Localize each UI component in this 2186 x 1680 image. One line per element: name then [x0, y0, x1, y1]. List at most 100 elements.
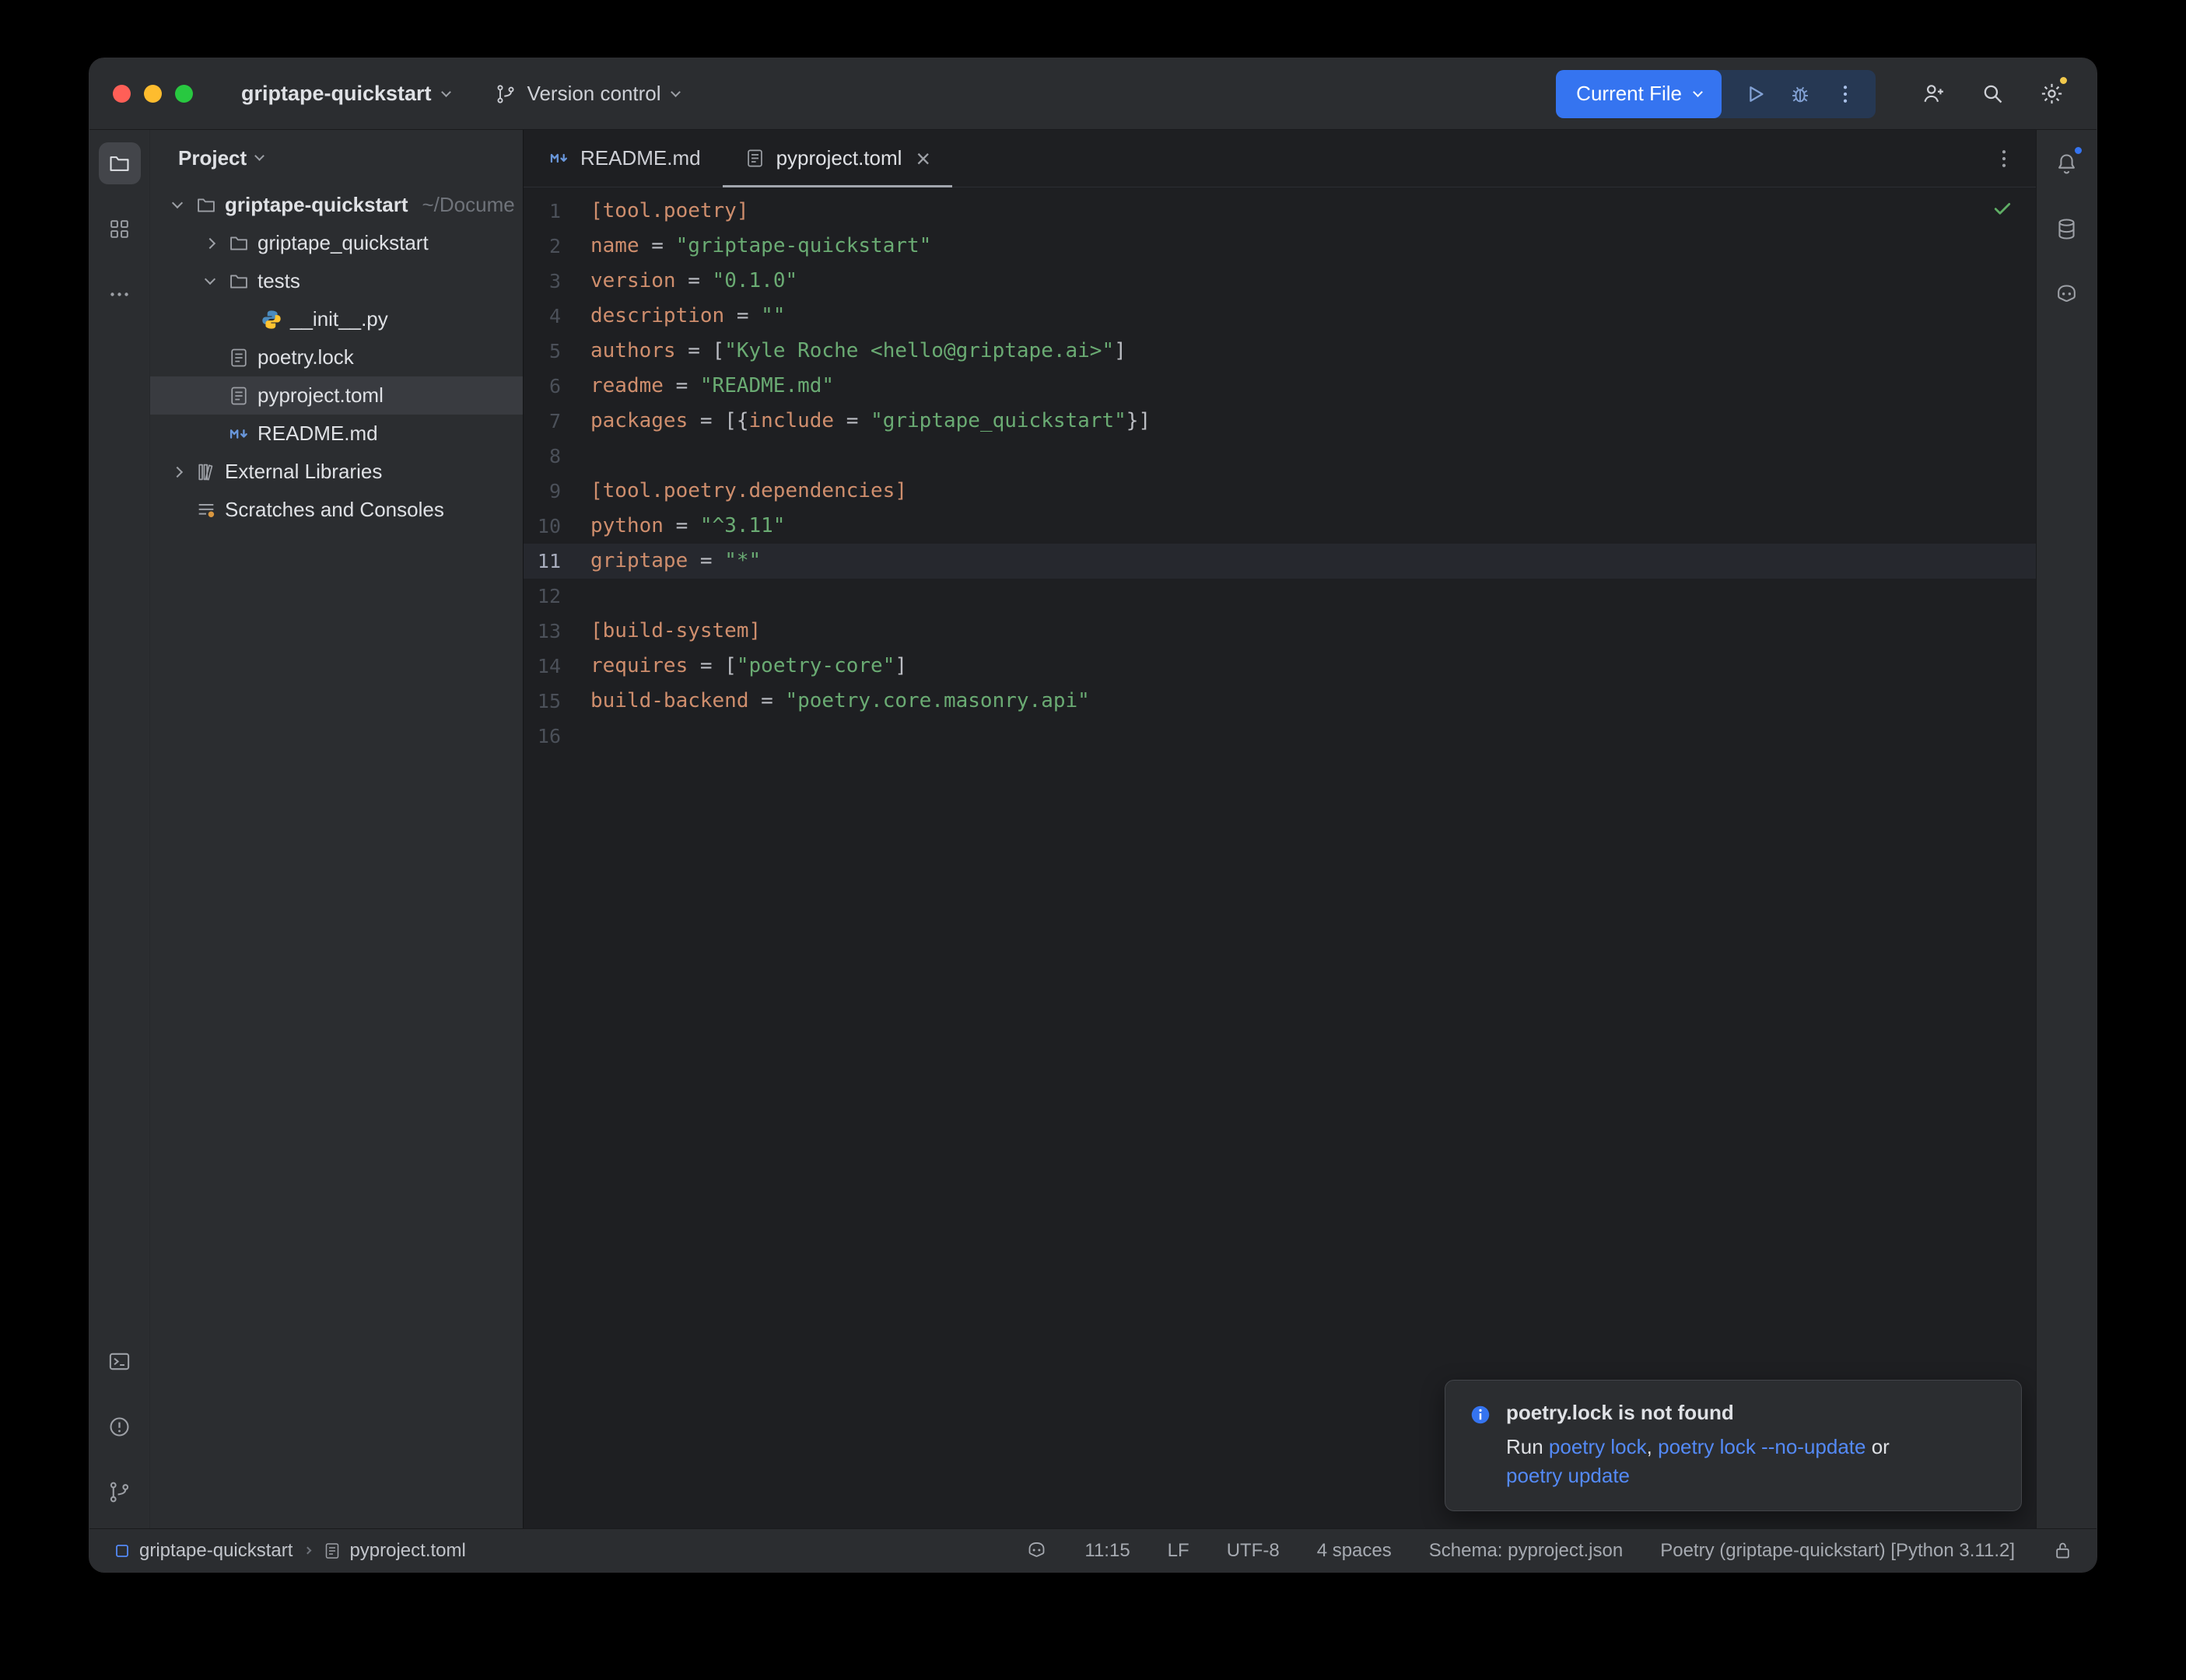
code-text: name = "griptape-quickstart" — [590, 229, 931, 264]
project-panel-header[interactable]: Project — [150, 130, 523, 186]
breadcrumb-label: griptape-quickstart — [139, 1540, 293, 1562]
notification-title: poetry.lock is not found — [1506, 1401, 1890, 1425]
breadcrumb-item-griptape-quickstart[interactable]: griptape-quickstart — [113, 1540, 293, 1562]
json-schema[interactable]: Schema: pyproject.json — [1429, 1540, 1623, 1562]
project-switcher[interactable]: griptape-quickstart — [241, 82, 450, 106]
code-token: authors — [590, 339, 676, 362]
chevron-down-icon[interactable] — [172, 198, 183, 208]
line-number: 13 — [524, 614, 590, 649]
link-poetry-lock-no-update[interactable]: poetry lock --no-update — [1658, 1435, 1865, 1458]
run-icon[interactable] — [1743, 82, 1767, 106]
tree-item-external-libraries[interactable]: External Libraries — [150, 453, 523, 491]
code-text: [build-system] — [590, 614, 761, 649]
line-number: 5 — [524, 334, 590, 369]
code-line-13[interactable]: 13[build-system] — [524, 614, 2036, 649]
tree-item-init-py[interactable]: __init__.py — [150, 300, 523, 338]
toolwindow-structure-button[interactable] — [99, 208, 141, 250]
more-icon — [107, 282, 131, 306]
code-line-3[interactable]: 3version = "0.1.0" — [524, 264, 2036, 299]
cursor-position[interactable]: 11:15 — [1084, 1540, 1130, 1562]
vcs-label: Version control — [527, 82, 661, 106]
tree-item-griptape-quickstart[interactable]: griptape-quickstart~/Docume — [150, 186, 523, 224]
add-user-button[interactable] — [1911, 72, 1955, 116]
line-number: 14 — [524, 649, 590, 684]
zoom-window-button[interactable] — [175, 85, 193, 103]
chevron-right-icon[interactable] — [172, 466, 183, 477]
code-token: [tool.poetry] — [590, 199, 749, 222]
code-line-7[interactable]: 7packages = [{include = "griptape_quicks… — [524, 404, 2036, 439]
file-encoding[interactable]: UTF-8 — [1227, 1540, 1280, 1562]
toolwindow-more-button[interactable] — [99, 273, 141, 315]
structure-icon — [107, 217, 131, 241]
code-line-4[interactable]: 4description = "" — [524, 299, 2036, 334]
ai-status-widget[interactable] — [1026, 1540, 1047, 1561]
code-line-12[interactable]: 12 — [524, 579, 2036, 614]
right-stripe-top — [2046, 142, 2088, 315]
tab-options-icon[interactable] — [1992, 147, 2016, 170]
tab-label: pyproject.toml — [776, 146, 902, 170]
code-line-5[interactable]: 5authors = ["Kyle Roche <hello@griptape.… — [524, 334, 2036, 369]
tree-item-griptape-quickstart[interactable]: griptape_quickstart — [150, 224, 523, 262]
link-poetry-lock[interactable]: poetry lock — [1549, 1435, 1647, 1458]
vcs-widget[interactable]: Version control — [495, 82, 679, 106]
toolwindow-project-button[interactable] — [99, 142, 141, 184]
toolwindow-problems-button[interactable] — [99, 1405, 141, 1447]
readonly-toggle[interactable] — [2052, 1540, 2073, 1561]
tree-item-label: tests — [257, 269, 300, 293]
code-line-10[interactable]: 10python = "^3.11" — [524, 509, 2036, 544]
minimize-window-button[interactable] — [144, 85, 162, 103]
toolwindow-terminal-button[interactable] — [99, 1340, 141, 1382]
code-token: packages — [590, 409, 688, 432]
toml-icon — [228, 347, 250, 369]
code-line-9[interactable]: 9[tool.poetry.dependencies] — [524, 474, 2036, 509]
code-token: name — [590, 234, 639, 257]
debug-icon[interactable] — [1788, 82, 1812, 106]
line-separator[interactable]: LF — [1168, 1540, 1189, 1562]
markdown-icon — [228, 423, 250, 445]
code-text: build-backend = "poetry.core.masonry.api… — [590, 684, 1090, 719]
status-text: LF — [1168, 1540, 1189, 1562]
chevron-right-icon[interactable] — [205, 237, 215, 248]
code-line-14[interactable]: 14requires = ["poetry-core"] — [524, 649, 2036, 684]
toolwindow-branch-button[interactable] — [99, 1471, 141, 1513]
tab-readme-md[interactable]: README.md — [527, 130, 723, 187]
breadcrumb-item-pyproject-toml[interactable]: pyproject.toml — [323, 1540, 465, 1562]
toolwindow-notifications-button[interactable] — [2046, 142, 2088, 184]
code-line-1[interactable]: 1[tool.poetry] — [524, 194, 2036, 229]
code-line-11[interactable]: 11griptape = "*" — [524, 544, 2036, 579]
chevron-down-icon[interactable] — [205, 274, 215, 285]
python-interpreter[interactable]: Poetry (griptape-quickstart) [Python 3.1… — [1660, 1540, 2015, 1562]
link-poetry-update[interactable]: poetry update — [1506, 1464, 1630, 1487]
search-button[interactable] — [1971, 72, 2014, 116]
desktop: { "titlebar": { "project_name": "griptap… — [0, 0, 2186, 1680]
code-line-15[interactable]: 15build-backend = "poetry.core.masonry.a… — [524, 684, 2036, 719]
toolwindow-ai-assistant-button[interactable] — [2046, 273, 2088, 315]
code-line-6[interactable]: 6readme = "README.md" — [524, 369, 2036, 404]
toolwindow-database-button[interactable] — [2046, 208, 2088, 250]
tree-item-poetry-lock[interactable]: poetry.lock — [150, 338, 523, 376]
editor[interactable]: 1[tool.poetry]2name = "griptape-quicksta… — [524, 187, 2036, 1528]
inspections-ok-icon[interactable] — [1991, 197, 2014, 220]
status-text: Schema: pyproject.json — [1429, 1540, 1623, 1562]
tab-pyproject-toml[interactable]: pyproject.toml × — [723, 130, 953, 187]
run-config-button[interactable]: Current File — [1556, 70, 1722, 118]
code-token: = — [749, 689, 786, 712]
tree-item-scratches-and-consoles[interactable]: Scratches and Consoles — [150, 491, 523, 529]
tree-item-tests[interactable]: tests — [150, 262, 523, 300]
code-line-2[interactable]: 2name = "griptape-quickstart" — [524, 229, 2036, 264]
breadcrumb-separator-icon — [304, 1547, 312, 1555]
project-panel-title: Project — [178, 146, 247, 170]
code-text: [tool.poetry] — [590, 194, 749, 229]
notification-text: or — [1865, 1435, 1889, 1458]
tree-item-readme-md[interactable]: README.md — [150, 415, 523, 453]
code-line-8[interactable]: 8 — [524, 439, 2036, 474]
code-line-16[interactable]: 16 — [524, 719, 2036, 754]
more-run-actions-icon[interactable] — [1834, 82, 1857, 106]
code-text: readme = "README.md" — [590, 369, 834, 404]
indent-style[interactable]: 4 spaces — [1317, 1540, 1392, 1562]
code-token: = [ — [688, 654, 737, 677]
tree-item-pyproject-toml[interactable]: pyproject.toml — [150, 376, 523, 415]
close-tab-icon[interactable]: × — [916, 146, 930, 171]
settings-button[interactable] — [2030, 72, 2073, 116]
close-window-button[interactable] — [113, 85, 131, 103]
